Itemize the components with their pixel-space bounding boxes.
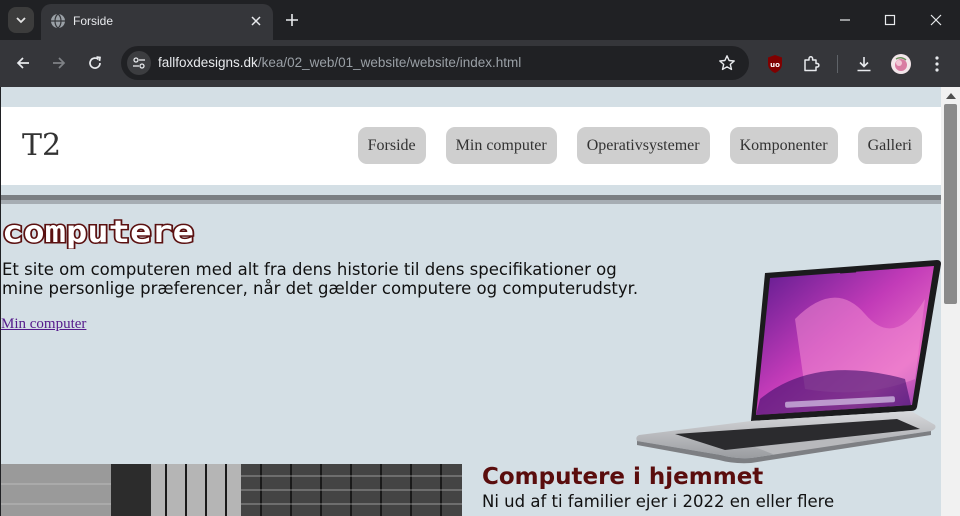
section-title: Computere i hjemmet [482,464,764,490]
site-logo[interactable]: T2 [22,128,61,163]
tab-search-button[interactable] [8,7,34,33]
header-divider [1,195,941,204]
profile-button[interactable] [890,53,912,75]
close-icon [251,16,261,26]
toolbar-separator [837,55,838,73]
tab-strip: Forside [0,0,960,40]
hero-link-min-computer[interactable]: Min computer [1,316,86,333]
tab-title: Forside [73,14,114,28]
active-tab[interactable]: Forside [41,4,273,40]
ublock-extension-button[interactable]: uo [764,53,786,75]
ublock-icon: uo [768,55,782,73]
reload-button[interactable] [82,50,108,76]
download-icon [857,57,871,72]
nav-item-galleri[interactable]: Galleri [857,127,922,164]
hero-title-logo: computere [1,215,196,249]
nav-item-forside[interactable]: Forside [357,127,426,164]
extensions-button[interactable] [800,53,822,75]
new-tab-button[interactable] [282,10,302,30]
main-nav: Forside Min computer Operativsystemer Ko… [357,127,922,164]
nav-item-komponenter[interactable]: Komponenter [729,127,838,164]
hero-description: Et site om computeren med alt fra dens h… [2,260,639,298]
site-info-icon [133,57,145,69]
reload-icon [89,56,101,69]
profile-avatar [891,54,911,74]
site-info-button[interactable] [127,51,151,75]
nav-item-operativsystemer[interactable]: Operativsystemer [576,127,710,164]
downloads-button[interactable] [853,53,875,75]
back-icon [16,57,29,69]
scroll-up-arrow-icon[interactable] [946,93,956,99]
nav-item-min-computer[interactable]: Min computer [445,127,557,164]
browser-toolbar: fallfoxdesigns.dk/kea/02_web/01_website/… [0,40,960,87]
forward-button[interactable] [46,50,72,76]
laptop-image [636,260,941,464]
back-button[interactable] [10,50,36,76]
scrollbar-thumb[interactable] [944,104,957,304]
url-path: /kea/02_web/01_website/website/index.htm… [257,55,522,70]
site-header: T2 Forside Min computer Operativsystemer… [1,107,941,185]
url-host: fallfoxdesigns.dk [158,55,258,70]
maximize-button[interactable] [867,0,913,40]
section-text: Ni ud af ti familier ejer i 2022 en elle… [482,492,835,511]
minimize-icon [840,19,850,21]
extensions-icon [804,55,820,72]
more-icon [935,56,939,72]
forward-icon [53,57,66,69]
tab-search-icon [16,17,26,24]
address-bar[interactable]: fallfoxdesigns.dk/kea/02_web/01_website/… [121,46,749,80]
maximize-icon [884,14,896,26]
star-icon[interactable] [718,54,736,72]
window-close-button[interactable] [913,0,959,40]
page-scrollbar[interactable] [941,87,960,516]
svg-text:uo: uo [770,61,780,69]
close-tab-button[interactable] [247,12,265,30]
url-text: fallfoxdesigns.dk/kea/02_web/01_website/… [158,55,521,70]
globe-icon [51,13,65,29]
minimize-button[interactable] [822,0,868,40]
window-close-icon [930,14,942,26]
server-rack-photo [1,464,462,516]
plus-icon [286,14,298,26]
more-menu-button[interactable] [926,53,948,75]
hero-title: computere [2,215,194,249]
page-viewport: T2 Forside Min computer Operativsystemer… [1,87,941,516]
